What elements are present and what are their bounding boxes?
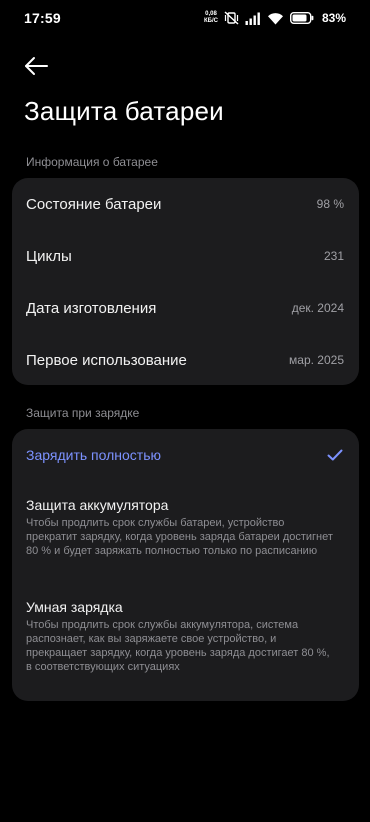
wifi-icon [267, 12, 284, 25]
battery-protection-description: Чтобы продлить срок службы батареи, устр… [26, 517, 333, 557]
first-use-row: Первое использование мар. 2025 [12, 334, 359, 386]
charging-protection-card: Зарядить полностью Защита аккумулятора Ч… [12, 429, 359, 701]
network-speed-indicator: 0,08 КБ/С [204, 11, 218, 25]
first-use-value: мар. 2025 [289, 353, 344, 367]
battery-health-value: 98 % [316, 197, 344, 211]
vibrate-off-icon [224, 11, 239, 25]
checkmark-icon [327, 449, 343, 461]
cycles-value: 231 [323, 249, 344, 263]
status-time: 17:59 [24, 10, 61, 26]
status-bar: 17:59 0,08 КБ/С 83% [0, 0, 370, 36]
battery-protection-screen: 17:59 0,08 КБ/С 83% Защита батареи Инфор… [0, 0, 370, 822]
battery-protection-title: Защита аккумулятора [26, 497, 169, 513]
battery-health-row: Состояние батареи 98 % [12, 178, 359, 230]
smart-charging-description: Чтобы продлить срок службы аккумулятора,… [26, 619, 330, 673]
page-title: Защита батареи [24, 96, 224, 126]
battery-health-label: Состояние батареи [26, 195, 162, 213]
charge-fully-label: Зарядить полностью [26, 447, 161, 463]
manufacture-date-row: Дата изготовления дек. 2024 [12, 282, 359, 334]
smart-charging-title: Умная зарядка [26, 599, 123, 615]
battery-icon [289, 12, 314, 24]
back-arrow-icon [23, 56, 49, 76]
cycles-label: Циклы [26, 247, 72, 265]
charging-protection-section-title: Защита при зарядке [26, 406, 140, 420]
network-speed-value: 0,08 [205, 11, 217, 17]
battery-percent: 83% [321, 11, 346, 25]
back-button[interactable] [20, 52, 52, 80]
battery-protection-option[interactable]: Защита аккумулятора Чтобы продлить срок … [12, 497, 359, 558]
charge-fully-option[interactable]: Зарядить полностью [12, 443, 359, 467]
battery-info-card: Состояние батареи 98 % Циклы 231 Дата из… [12, 178, 359, 385]
cycles-row: Циклы 231 [12, 230, 359, 282]
network-speed-unit: КБ/С [203, 18, 218, 24]
manufacture-date-value: дек. 2024 [291, 301, 344, 315]
smart-charging-option[interactable]: Умная зарядка Чтобы продлить срок службы… [12, 599, 359, 674]
battery-info-section-title: Информация о батарее [26, 155, 158, 169]
manufacture-date-label: Дата изготовления [26, 299, 157, 317]
first-use-label: Первое использование [26, 351, 187, 369]
status-icons: 0,08 КБ/С 83% [204, 11, 346, 25]
signal-icon [245, 12, 261, 25]
